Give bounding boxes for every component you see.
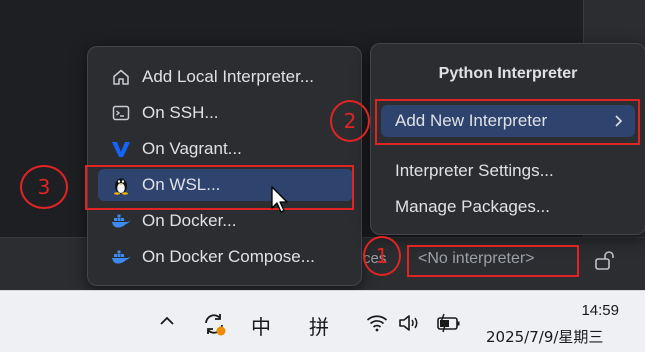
manage-packages-item[interactable]: Manage Packages... — [381, 191, 635, 223]
menu-item-label: Add Local Interpreter... — [142, 67, 314, 86]
vagrant-icon — [110, 138, 132, 160]
menu-item-on-vagrant[interactable]: On Vagrant... — [98, 133, 353, 165]
volume-icon[interactable] — [398, 314, 422, 337]
annotation-box-no-interpreter — [407, 245, 579, 277]
docker-compose-icon — [110, 246, 132, 268]
ime-input-method[interactable]: 拼 — [309, 311, 329, 340]
taskbar-clock-date[interactable]: 2025/7/9/星期三 — [486, 326, 603, 347]
menu-item-on-docker-compose[interactable]: On Docker Compose... — [98, 241, 353, 273]
wifi-icon[interactable] — [366, 314, 388, 337]
annotation-box-add-new — [375, 99, 640, 145]
home-icon — [110, 66, 132, 88]
manage-packages-label: Manage Packages... — [395, 197, 550, 216]
show-hidden-icons-chevron-up-icon[interactable] — [158, 314, 176, 333]
annotation-box-wsl — [85, 165, 354, 210]
docker-icon — [110, 210, 132, 232]
ime-mode-indicator[interactable]: 中 — [251, 311, 271, 340]
menu-item-label: On Vagrant... — [142, 139, 242, 158]
interpreter-settings-label: Interpreter Settings... — [395, 161, 554, 180]
menu-item-on-ssh[interactable]: On SSH... — [98, 97, 353, 129]
annotation-step-3: 3 — [20, 165, 68, 209]
battery-charging-icon[interactable] — [436, 313, 462, 338]
menu-item-add-local-interpreter[interactable]: Add Local Interpreter... — [98, 61, 353, 93]
annotation-step-2: 2 — [330, 100, 370, 142]
sync-update-icon[interactable] — [201, 311, 227, 342]
popup-title: Python Interpreter — [438, 65, 578, 82]
interpreter-settings-item[interactable]: Interpreter Settings... — [381, 155, 635, 187]
menu-item-label: On Docker... — [142, 211, 237, 230]
menu-item-label: On Docker Compose... — [142, 247, 315, 266]
mouse-cursor-icon — [271, 186, 291, 219]
lock-icon[interactable] — [594, 250, 614, 277]
menu-item-label: On SSH... — [142, 103, 219, 122]
annotation-step-1: 1 — [363, 236, 401, 276]
taskbar-clock-time[interactable]: 14:59 — [581, 302, 619, 319]
terminal-icon — [110, 102, 132, 124]
